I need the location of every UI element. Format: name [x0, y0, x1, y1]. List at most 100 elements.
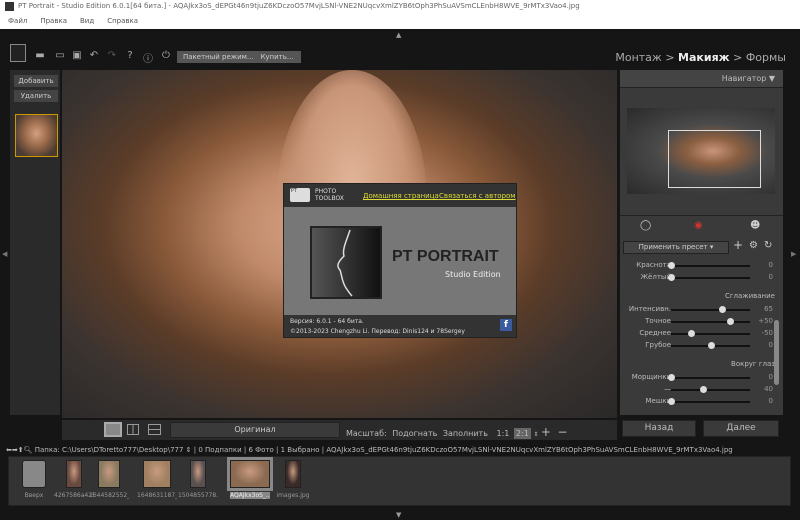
contact-author-link[interactable]: Связаться с автором	[439, 192, 516, 200]
add-button[interactable]: Добавить	[14, 75, 58, 87]
filmstrip-caption[interactable]: 1504855778...	[178, 492, 218, 499]
collapse-left-icon[interactable]: ◀	[2, 250, 7, 258]
slider-track[interactable]	[671, 265, 750, 267]
collapse-top-icon[interactable]: ▲	[396, 31, 401, 39]
filmstrip-caption[interactable]: Вверх	[14, 492, 54, 499]
slider-value: 0	[769, 397, 773, 405]
panel-scrollbar[interactable]	[774, 320, 779, 385]
filmstrip-thumbnail[interactable]	[98, 460, 120, 488]
zoom-stepper-icon[interactable]: ⇕	[533, 431, 538, 438]
zoom-1-1-button[interactable]: 1:1	[496, 429, 509, 438]
menu-edit[interactable]: Правка	[40, 17, 67, 25]
menu-file[interactable]: Файл	[8, 17, 27, 25]
slider-handle[interactable]	[668, 274, 675, 281]
filmstrip-caption[interactable]: 1644582552_...	[89, 492, 129, 499]
slider-handle[interactable]	[700, 386, 707, 393]
eye-tool-icon[interactable]: ◉	[694, 220, 703, 231]
remove-button[interactable]: Удалить	[14, 90, 58, 102]
slider-panel: Краснота0Жёлтый0СглаживаниеИнтенсивн.65Т…	[620, 260, 783, 415]
settings-gear-icon[interactable]: ⚙	[749, 240, 758, 251]
single-view-icon[interactable]	[104, 422, 122, 437]
slider-row: Морщинки0	[620, 372, 783, 384]
next-button[interactable]: Далее	[703, 420, 779, 437]
folder-path[interactable]: C:\Users\DToretto777\Desktop\777	[62, 446, 183, 454]
mask-tool-icon[interactable]: ☻	[750, 220, 760, 231]
undo-icon[interactable]: ↶	[88, 50, 100, 61]
filmstrip-caption[interactable]: AQAJkx3oS_...	[230, 492, 270, 499]
slider-track[interactable]	[671, 389, 750, 391]
stacked-view-icon[interactable]	[148, 424, 161, 435]
loaded-photo-thumbnail[interactable]	[15, 114, 58, 157]
face-tool-icon[interactable]: ◯	[640, 220, 651, 231]
folder-bar: ⬅➡⬆🔍︎ Папка: C:\Users\DToretto777\Deskto…	[6, 446, 796, 454]
filmstrip-caption[interactable]: 4267586a425...	[54, 492, 94, 499]
zoom-controls: Масштаб: Подогнать Заполнить 1:1 2:1 ⇕ +…	[346, 425, 568, 439]
slider-track[interactable]	[671, 333, 750, 335]
original-button[interactable]: Оригинал	[170, 422, 340, 438]
zoom-out-button[interactable]: −	[558, 425, 568, 439]
slider-row: Мешки0	[620, 396, 783, 408]
filmstrip-caption[interactable]: images.jpg	[273, 492, 313, 499]
slider-track[interactable]	[671, 401, 750, 403]
filmstrip-thumbnail[interactable]	[230, 460, 270, 488]
menu-help[interactable]: Справка	[107, 17, 138, 25]
navigator-title[interactable]: Навигатор ▼	[722, 74, 775, 83]
title-bar: PT Portrait - Studio Edition 6.0.1[64 би…	[0, 0, 800, 13]
menu-view[interactable]: Вид	[80, 17, 94, 25]
about-dialog: PT PHOTOTOOLBOX Домашняя страница Связат…	[283, 183, 517, 338]
slider-track[interactable]	[671, 277, 750, 279]
slider-track[interactable]	[671, 309, 750, 311]
open-folder-icon[interactable]: ▬	[34, 50, 46, 61]
viewport-rectangle[interactable]	[668, 130, 761, 188]
zoom-in-button[interactable]: +	[541, 425, 551, 439]
product-name: PT PORTRAIT	[392, 248, 499, 266]
help-icon[interactable]: ?	[124, 50, 136, 61]
batch-mode-button[interactable]: Пакетный режим...	[177, 51, 260, 63]
slider-handle[interactable]	[719, 306, 726, 313]
divider	[620, 215, 783, 216]
info-icon[interactable]: ⓘ	[142, 50, 154, 65]
save-as-icon[interactable]: ▣	[71, 50, 83, 61]
step-shapes[interactable]: Формы	[746, 51, 786, 64]
redo-icon[interactable]: ↷	[106, 50, 118, 61]
slider-row: Жёлтый0	[620, 272, 783, 284]
filmstrip-thumbnail[interactable]	[285, 460, 301, 488]
split-view-icon[interactable]	[127, 424, 139, 435]
slider-handle[interactable]	[668, 374, 675, 381]
save-icon[interactable]: ▭	[54, 50, 66, 61]
reset-icon[interactable]: ↻	[764, 240, 772, 251]
step-montage[interactable]: Монтаж	[615, 51, 661, 64]
back-button[interactable]: Назад	[622, 420, 696, 437]
facebook-icon[interactable]: f	[500, 319, 512, 331]
slider-value: 0	[769, 341, 773, 349]
collapse-right-icon[interactable]: ▶	[791, 250, 796, 258]
navigator-preview[interactable]	[627, 108, 775, 194]
slider-handle[interactable]	[708, 342, 715, 349]
buy-button[interactable]: Купить...	[253, 51, 301, 63]
slider-handle[interactable]	[688, 330, 695, 337]
window-title: PT Portrait - Studio Edition 6.0.1[64 би…	[18, 2, 580, 10]
filmstrip-thumbnail[interactable]	[143, 460, 171, 488]
plugin-icon[interactable]: ⏻	[160, 50, 172, 61]
slider-handle[interactable]	[668, 262, 675, 269]
slider-handle[interactable]	[668, 398, 675, 405]
filmstrip-thumbnail[interactable]	[190, 460, 206, 488]
slider-value: 0	[769, 373, 773, 381]
fit-button[interactable]: Подогнать	[392, 429, 437, 438]
zoom-2-1-button[interactable]: 2:1	[514, 428, 531, 439]
slider-track[interactable]	[671, 377, 750, 379]
collapse-bottom-icon[interactable]: ▼	[396, 511, 401, 519]
slider-label: Точное	[645, 317, 671, 325]
step-makeup[interactable]: Макияж	[678, 51, 730, 64]
filmstrip-caption[interactable]: 1648631187_...	[137, 492, 177, 499]
search-icon[interactable]: 🔍︎	[24, 446, 33, 454]
add-preset-icon[interactable]: +	[733, 238, 743, 252]
folder-up-icon[interactable]	[22, 460, 46, 488]
filmstrip-thumbnail[interactable]	[66, 460, 82, 488]
slider-handle[interactable]	[727, 318, 734, 325]
slider-value: 0	[769, 261, 773, 269]
home-page-link[interactable]: Домашняя страница	[363, 192, 439, 200]
fill-button[interactable]: Заполнить	[443, 429, 488, 438]
slider-track[interactable]	[671, 321, 750, 323]
apply-preset-dropdown[interactable]: Применить пресет ▾	[623, 241, 729, 254]
